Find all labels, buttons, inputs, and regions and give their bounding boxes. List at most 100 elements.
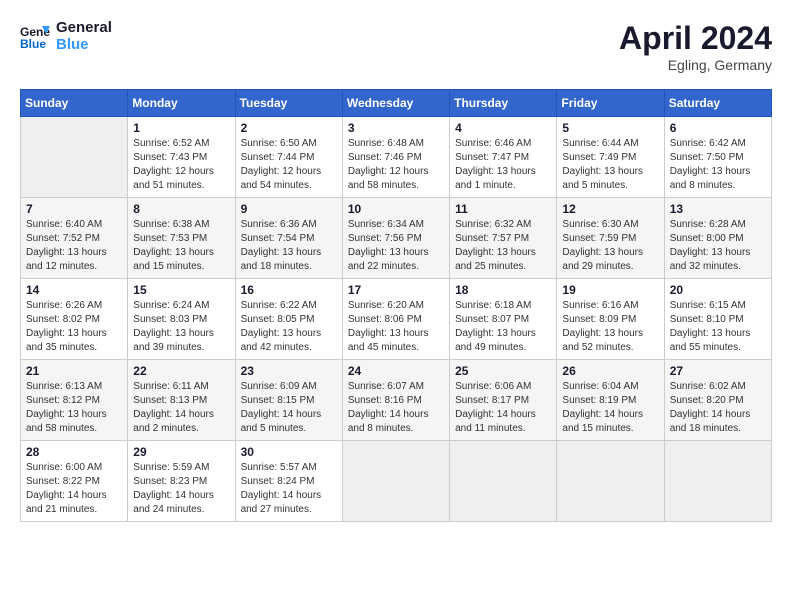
calendar-cell: 14Sunrise: 6:26 AMSunset: 8:02 PMDayligh… bbox=[21, 279, 128, 360]
day-number: 13 bbox=[670, 202, 766, 216]
logo-icon: General Blue bbox=[20, 22, 50, 52]
day-number: 1 bbox=[133, 121, 229, 135]
day-number: 15 bbox=[133, 283, 229, 297]
calendar-cell: 3Sunrise: 6:48 AMSunset: 7:46 PMDaylight… bbox=[342, 117, 449, 198]
calendar-cell: 19 Sunrise: 6:16 AMSunset: 8:09 PMDayligh… bbox=[557, 279, 664, 360]
calendar-week-row: 7 Sunrise: 6:40 AMSunset: 7:52 PMDaylight… bbox=[21, 198, 772, 279]
day-number: 8 bbox=[133, 202, 229, 216]
day-info: Sunrise: 6:44 AMSunset: 7:49 PMDaylight:… bbox=[562, 137, 658, 193]
calendar-cell bbox=[557, 441, 664, 522]
location: Egling, Germany bbox=[619, 57, 772, 73]
title-block: April 2024 Egling, Germany bbox=[619, 20, 772, 73]
weekday-header-row: SundayMondayTuesdayWednesdayThursdayFrid… bbox=[21, 90, 772, 117]
day-info: Sunrise: 6:36 AMSunset: 7:54 PMDaylight:… bbox=[241, 218, 337, 274]
day-number: 10 bbox=[348, 202, 444, 216]
month-year: April 2024 bbox=[619, 20, 772, 57]
day-number: 19 bbox=[562, 283, 658, 297]
day-info: Sunrise: 6:00 AMSunset: 8:22 PMDaylight:… bbox=[26, 461, 122, 517]
day-info: Sunrise: 6:06 AMSunset: 8:17 PMDaylight:… bbox=[455, 380, 551, 436]
day-info: Sunrise: 6:18 AMSunset: 8:07 PMDaylight:… bbox=[455, 299, 551, 355]
day-number: 27 bbox=[670, 364, 766, 378]
day-info: Sunrise: 6:07 AMSunset: 8:16 PMDaylight:… bbox=[348, 380, 444, 436]
logo-line2: Blue bbox=[56, 37, 112, 54]
calendar-cell: 13 Sunrise: 6:28 AMSunset: 8:00 PMDayligh… bbox=[664, 198, 771, 279]
day-info: Sunrise: 6:16 AMSunset: 8:09 PMDaylight:… bbox=[562, 299, 658, 355]
calendar-cell: 20 Sunrise: 6:15 AMSunset: 8:10 PMDayligh… bbox=[664, 279, 771, 360]
day-number: 11 bbox=[455, 202, 551, 216]
day-info: Sunrise: 6:20 AMSunset: 8:06 PMDaylight:… bbox=[348, 299, 444, 355]
calendar-cell: 2 Sunrise: 6:50 AMSunset: 7:44 PMDaylight… bbox=[235, 117, 342, 198]
day-number: 24 bbox=[348, 364, 444, 378]
day-info: Sunrise: 6:52 AMSunset: 7:43 PMDaylight:… bbox=[133, 137, 229, 193]
day-info: Sunrise: 6:34 AMSunset: 7:56 PMDaylight:… bbox=[348, 218, 444, 274]
day-info: Sunrise: 6:11 AMSunset: 8:13 PMDaylight:… bbox=[133, 380, 229, 436]
calendar-cell: 25 Sunrise: 6:06 AMSunset: 8:17 PMDayligh… bbox=[450, 360, 557, 441]
day-number: 29 bbox=[133, 445, 229, 459]
day-info: Sunrise: 6:42 AMSunset: 7:50 PMDaylight:… bbox=[670, 137, 766, 193]
day-number: 3 bbox=[348, 121, 444, 135]
calendar-cell: 24 Sunrise: 6:07 AMSunset: 8:16 PMDayligh… bbox=[342, 360, 449, 441]
calendar-week-row: 1 Sunrise: 6:52 AMSunset: 7:43 PMDaylight… bbox=[21, 117, 772, 198]
day-info: Sunrise: 6:13 AMSunset: 8:12 PMDaylight:… bbox=[26, 380, 122, 436]
weekday-header: Saturday bbox=[664, 90, 771, 117]
day-number: 12 bbox=[562, 202, 658, 216]
day-info: Sunrise: 6:26 AMSunset: 8:02 PMDaylight:… bbox=[26, 299, 122, 355]
weekday-header: Tuesday bbox=[235, 90, 342, 117]
calendar-cell: 21 Sunrise: 6:13 AMSunset: 8:12 PMDayligh… bbox=[21, 360, 128, 441]
calendar-cell: 10 Sunrise: 6:34 AMSunset: 7:56 PMDayligh… bbox=[342, 198, 449, 279]
day-number: 5 bbox=[562, 121, 658, 135]
day-info: Sunrise: 6:15 AMSunset: 8:10 PMDaylight:… bbox=[670, 299, 766, 355]
calendar-cell bbox=[664, 441, 771, 522]
calendar-cell bbox=[342, 441, 449, 522]
day-number: 21 bbox=[26, 364, 122, 378]
day-info: Sunrise: 6:02 AMSunset: 8:20 PMDaylight:… bbox=[670, 380, 766, 436]
calendar-cell bbox=[450, 441, 557, 522]
calendar-cell: 12 Sunrise: 6:30 AMSunset: 7:59 PMDayligh… bbox=[557, 198, 664, 279]
page-header: General Blue General Blue April 2024 Egl… bbox=[20, 20, 772, 73]
calendar-cell bbox=[21, 117, 128, 198]
day-number: 28 bbox=[26, 445, 122, 459]
logo: General Blue General Blue bbox=[20, 20, 112, 53]
day-info: Sunrise: 6:40 AMSunset: 7:52 PMDaylight:… bbox=[26, 218, 122, 274]
day-number: 30 bbox=[241, 445, 337, 459]
calendar-cell: 7 Sunrise: 6:40 AMSunset: 7:52 PMDaylight… bbox=[21, 198, 128, 279]
day-number: 25 bbox=[455, 364, 551, 378]
day-number: 6 bbox=[670, 121, 766, 135]
day-number: 20 bbox=[670, 283, 766, 297]
weekday-header: Monday bbox=[128, 90, 235, 117]
day-info: Sunrise: 6:32 AMSunset: 7:57 PMDaylight:… bbox=[455, 218, 551, 274]
day-info: Sunrise: 6:50 AMSunset: 7:44 PMDaylight:… bbox=[241, 137, 337, 193]
calendar-cell: 9 Sunrise: 6:36 AMSunset: 7:54 PMDaylight… bbox=[235, 198, 342, 279]
calendar-week-row: 21 Sunrise: 6:13 AMSunset: 8:12 PMDayligh… bbox=[21, 360, 772, 441]
calendar-cell: 11 Sunrise: 6:32 AMSunset: 7:57 PMDayligh… bbox=[450, 198, 557, 279]
calendar-cell: 5 Sunrise: 6:44 AMSunset: 7:49 PMDaylight… bbox=[557, 117, 664, 198]
weekday-header: Thursday bbox=[450, 90, 557, 117]
day-info: Sunrise: 5:59 AMSunset: 8:23 PMDaylight:… bbox=[133, 461, 229, 517]
day-number: 17 bbox=[348, 283, 444, 297]
day-number: 2 bbox=[241, 121, 337, 135]
day-number: 16 bbox=[241, 283, 337, 297]
day-info: Sunrise: 6:28 AMSunset: 8:00 PMDaylight:… bbox=[670, 218, 766, 274]
day-number: 23 bbox=[241, 364, 337, 378]
calendar-cell: 1 Sunrise: 6:52 AMSunset: 7:43 PMDaylight… bbox=[128, 117, 235, 198]
calendar-cell: 23 Sunrise: 6:09 AMSunset: 8:15 PMDayligh… bbox=[235, 360, 342, 441]
day-number: 9 bbox=[241, 202, 337, 216]
day-info: Sunrise: 6:24 AMSunset: 8:03 PMDaylight:… bbox=[133, 299, 229, 355]
calendar-cell: 26 Sunrise: 6:04 AMSunset: 8:19 PMDayligh… bbox=[557, 360, 664, 441]
day-info: Sunrise: 6:09 AMSunset: 8:15 PMDaylight:… bbox=[241, 380, 337, 436]
calendar-cell: 28 Sunrise: 6:00 AMSunset: 8:22 PMDayligh… bbox=[21, 441, 128, 522]
weekday-header: Friday bbox=[557, 90, 664, 117]
calendar-week-row: 28 Sunrise: 6:00 AMSunset: 8:22 PMDayligh… bbox=[21, 441, 772, 522]
calendar-cell: 30 Sunrise: 5:57 AMSunset: 8:24 PMDayligh… bbox=[235, 441, 342, 522]
calendar-table: SundayMondayTuesdayWednesdayThursdayFrid… bbox=[20, 89, 772, 522]
day-info: Sunrise: 6:30 AMSunset: 7:59 PMDaylight:… bbox=[562, 218, 658, 274]
calendar-cell: 6 Sunrise: 6:42 AMSunset: 7:50 PMDaylight… bbox=[664, 117, 771, 198]
day-number: 7 bbox=[26, 202, 122, 216]
day-info: Sunrise: 5:57 AMSunset: 8:24 PMDaylight:… bbox=[241, 461, 337, 517]
day-number: 26 bbox=[562, 364, 658, 378]
day-info: Sunrise: 6:22 AMSunset: 8:05 PMDaylight:… bbox=[241, 299, 337, 355]
day-info: Sunrise: 6:04 AMSunset: 8:19 PMDaylight:… bbox=[562, 380, 658, 436]
calendar-cell: 4Sunrise: 6:46 AMSunset: 7:47 PMDaylight… bbox=[450, 117, 557, 198]
calendar-cell: 8Sunrise: 6:38 AMSunset: 7:53 PMDaylight… bbox=[128, 198, 235, 279]
svg-text:Blue: Blue bbox=[20, 37, 46, 51]
